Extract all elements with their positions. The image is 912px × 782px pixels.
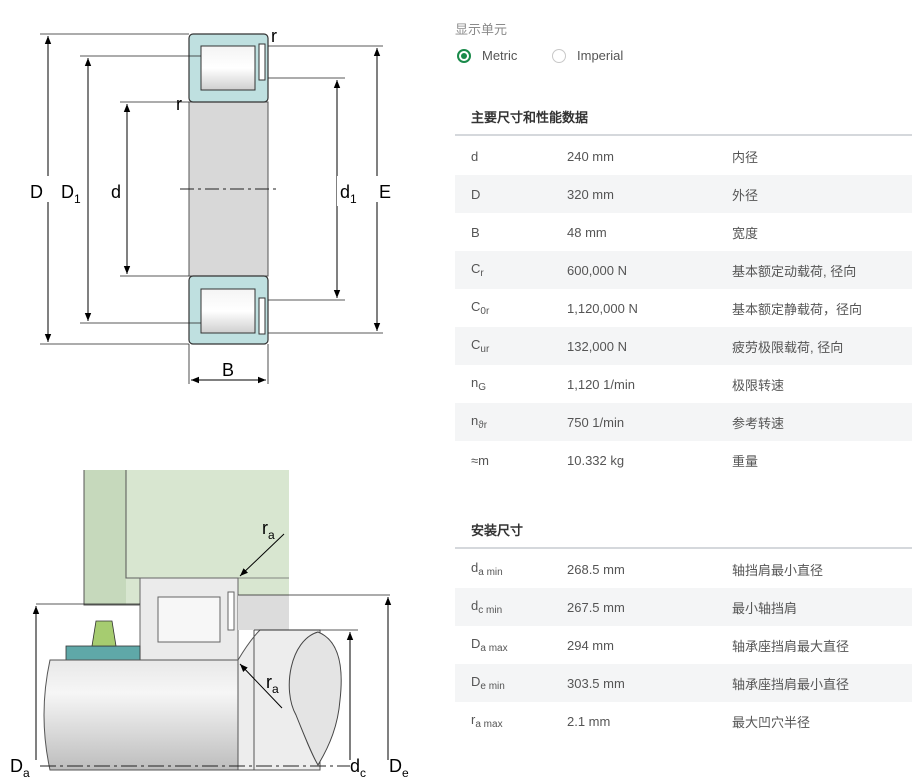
table-row: Cr 600,000 N 基本额定动载荷, 径向	[455, 251, 912, 289]
row-description: 基本额定动载荷, 径向	[732, 263, 857, 279]
row-description: 重量	[732, 453, 759, 469]
row-symbol: nϑr	[471, 413, 488, 431]
table-row: De min 303.5 mm 轴承座挡肩最小直径	[455, 664, 912, 702]
table-row: C0r 1,120,000 N 基本额定静载荷，径向	[455, 289, 912, 327]
unit-label-imperial: Imperial	[577, 48, 624, 63]
main-dims-table: d 240 mm 内径 D 320 mm 外径 B 48 mm 宽度 Cr 600,000 N 基本额…	[455, 137, 912, 479]
dim-label-De: D	[389, 756, 402, 776]
row-value: 132,000 N	[567, 338, 627, 354]
row-description: 轴承座挡肩最大直径	[732, 638, 850, 654]
row-description: 基本额定静载荷，径向	[732, 301, 863, 317]
row-symbol: D	[471, 186, 481, 202]
bearing-section-drawing: D D1 d d1 E r r B	[28, 26, 396, 384]
row-description: 宽度	[732, 225, 759, 241]
row-symbol: d	[471, 148, 479, 164]
dim-label-d1: d	[340, 182, 350, 202]
row-description: 轴挡肩最小直径	[732, 562, 824, 578]
row-value: 320 mm	[567, 186, 614, 202]
row-symbol: nG	[471, 375, 487, 393]
row-symbol: Cur	[471, 337, 490, 355]
dim-label-B: B	[222, 360, 234, 380]
row-symbol: da min	[471, 560, 503, 578]
table-row: B 48 mm 宽度	[455, 213, 912, 251]
table-row: d 240 mm 内径	[455, 137, 912, 175]
table-row: D 320 mm 外径	[455, 175, 912, 213]
row-value: 1,120,000 N	[567, 300, 638, 316]
row-description: 最小轴挡肩	[732, 600, 798, 616]
row-symbol: De min	[471, 674, 505, 692]
row-description: 最大凹穴半径	[732, 714, 811, 730]
row-value: 1,120 1/min	[567, 376, 635, 392]
dim-label-r-left: r	[176, 94, 182, 114]
dim-label-D: D	[30, 182, 43, 202]
dim-label-Da: D	[10, 756, 23, 776]
mounting-drawing: ra ra Da dc De	[10, 470, 409, 780]
row-value: 267.5 mm	[567, 599, 625, 615]
dim-label-dc: d	[350, 756, 360, 776]
table-row: ra max 2.1 mm 最大凹穴半径	[455, 702, 912, 740]
table-row: nϑr 750 1/min 参考转速	[455, 403, 912, 441]
section-divider	[455, 134, 912, 136]
row-symbol: Cr	[471, 261, 484, 279]
mount-dims-table: da min 268.5 mm 轴挡肩最小直径 dc min 267.5 mm 最小轴挡肩…	[455, 550, 912, 740]
svg-text:De: De	[389, 756, 409, 780]
mount-dims-title: 安装尺寸	[471, 523, 524, 538]
radio-imperial[interactable]	[552, 48, 566, 63]
row-symbol: B	[471, 224, 480, 240]
table-row: Cur 132,000 N 疲劳极限载荷, 径向	[455, 327, 912, 365]
row-symbol: Da max	[471, 636, 508, 654]
row-description: 极限转速	[732, 377, 785, 393]
dim-label-E: E	[379, 182, 391, 202]
dim-label-d: d	[111, 182, 121, 202]
row-symbol: ≈m	[471, 452, 489, 468]
row-value: 48 mm	[567, 224, 607, 240]
row-description: 参考转速	[732, 415, 785, 431]
svg-text:dc: dc	[350, 756, 366, 780]
unit-label-metric: Metric	[482, 48, 518, 63]
bearing-drawings: D D1 d d1 E r r B ra ra Da dc De	[10, 26, 409, 780]
row-value: 750 1/min	[567, 414, 625, 430]
units-title: 显示单元	[455, 22, 508, 37]
table-row: nG 1,120 1/min 极限转速	[455, 365, 912, 403]
radio-metric[interactable]	[457, 48, 471, 63]
table-row: da min 268.5 mm 轴挡肩最小直径	[455, 550, 912, 588]
table-row: dc min 267.5 mm 最小轴挡肩	[455, 588, 912, 626]
table-row: Da max 294 mm 轴承座挡肩最大直径	[455, 626, 912, 664]
unit-option-metric[interactable]: Metric	[457, 48, 517, 63]
dim-label-r-top: r	[271, 26, 277, 46]
dim-label-D1: D	[61, 182, 74, 202]
row-description: 内径	[732, 149, 759, 165]
main-dims-title: 主要尺寸和性能数据	[471, 110, 589, 125]
row-symbol: C0r	[471, 299, 490, 317]
row-description: 疲劳极限载荷, 径向	[732, 339, 844, 355]
row-value: 2.1 mm	[567, 713, 611, 729]
row-value: 268.5 mm	[567, 561, 625, 577]
row-value: 303.5 mm	[567, 675, 625, 691]
row-value: 600,000 N	[567, 262, 627, 278]
unit-option-imperial[interactable]: Imperial	[552, 48, 623, 63]
svg-text:Da: Da	[10, 756, 30, 780]
row-symbol: dc min	[471, 598, 503, 616]
row-symbol: ra max	[471, 712, 503, 730]
row-value: 294 mm	[567, 637, 614, 653]
row-value: 240 mm	[567, 148, 614, 164]
row-description: 外径	[732, 187, 759, 203]
section-divider	[455, 547, 912, 549]
row-value: 10.332 kg	[567, 452, 625, 468]
table-row: ≈m 10.332 kg 重量	[455, 441, 912, 479]
row-description: 轴承座挡肩最小直径	[732, 676, 850, 692]
